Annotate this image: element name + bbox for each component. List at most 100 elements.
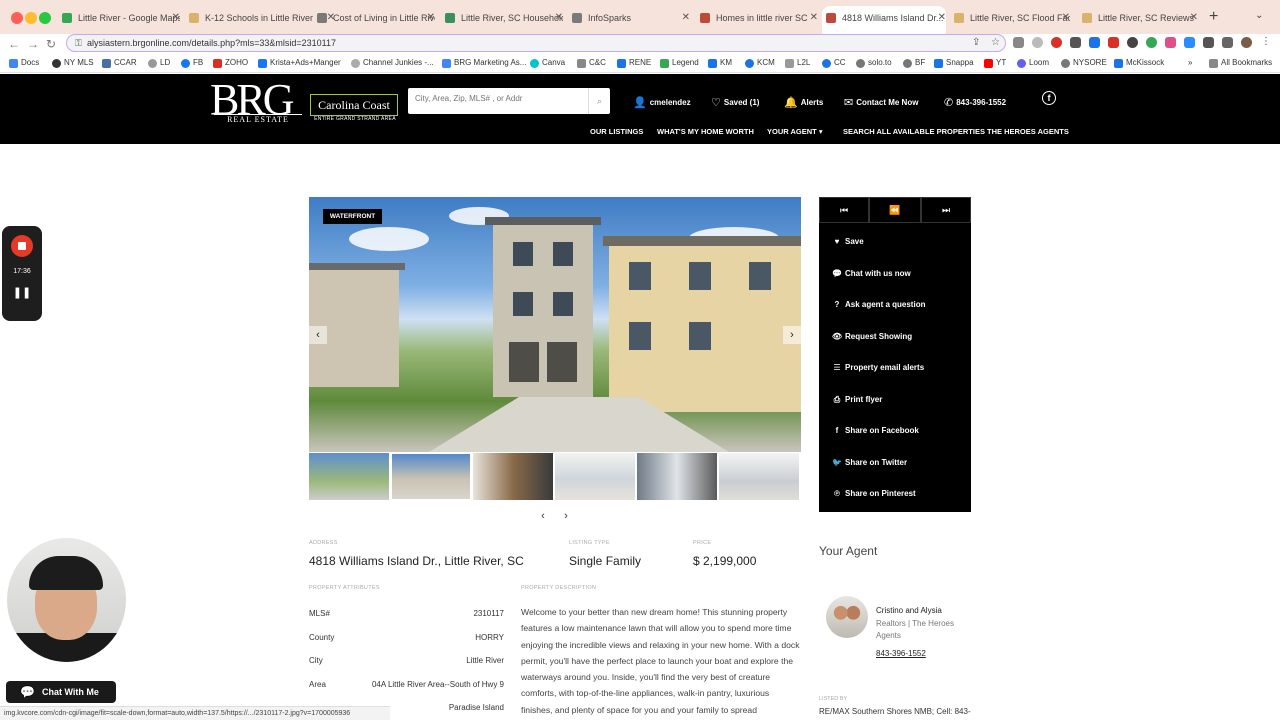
- bookmark-brg-marketing[interactable]: BRG Marketing As...: [442, 58, 526, 68]
- browser-tab[interactable]: Little River, SC Flood Fact ✕: [950, 8, 1070, 28]
- back-arrow-icon[interactable]: ←: [8, 37, 20, 51]
- extension-icon[interactable]: [1051, 37, 1062, 48]
- browser-tab[interactable]: Little River - Google Maps ✕: [58, 8, 180, 28]
- bookmark-cc[interactable]: C&C: [577, 58, 606, 68]
- menu-our-listings[interactable]: OUR LISTINGS: [590, 127, 643, 136]
- forward-arrow-icon[interactable]: →: [27, 37, 39, 51]
- property-search-input[interactable]: [415, 94, 585, 103]
- thumbnail[interactable]: [637, 453, 717, 500]
- bookmark-nysore[interactable]: NYSORE: [1061, 58, 1107, 68]
- menu-your-agent[interactable]: YOUR AGENT ▾: [767, 127, 823, 136]
- ask-agent-action[interactable]: ? Ask agent a question: [831, 300, 926, 309]
- bookmark-channel-junkies[interactable]: Channel Junkies -...: [351, 58, 434, 68]
- share-pinterest-action[interactable]: ℗ Share on Pinterest: [831, 489, 916, 498]
- close-tab-icon[interactable]: ✕: [427, 8, 435, 28]
- thumbs-next-chevron-icon[interactable]: ›: [558, 509, 574, 523]
- property-photo[interactable]: [309, 197, 801, 452]
- thumbnail[interactable]: [473, 453, 553, 500]
- chat-action[interactable]: 💬 Chat with us now: [831, 269, 911, 278]
- close-window-button[interactable]: [11, 12, 23, 24]
- menu-search-properties[interactable]: SEARCH ALL AVAILABLE PROPERTIES: [843, 127, 985, 136]
- gallery-prev-chevron-icon[interactable]: ‹: [309, 326, 327, 344]
- browser-tab[interactable]: Little River, SC Reviews ✕: [1078, 8, 1198, 28]
- gallery-next-chevron-icon[interactable]: ›: [783, 326, 801, 344]
- close-tab-icon[interactable]: ✕: [172, 8, 180, 28]
- all-bookmarks[interactable]: All Bookmarks: [1209, 58, 1272, 68]
- more-bookmarks-chevron-icon[interactable]: »: [1188, 58, 1192, 67]
- agent-name[interactable]: Cristino and Alysia: [876, 606, 942, 615]
- share-twitter-action[interactable]: 🐦 Share on Twitter: [831, 458, 907, 467]
- share-facebook-action[interactable]: f Share on Facebook: [831, 426, 919, 435]
- pause-icon[interactable]: ❚❚: [2, 286, 42, 299]
- print-flyer-action[interactable]: ⎙ Print flyer: [831, 395, 883, 405]
- browser-tab-active[interactable]: 4818 Williams Island Dr... ✕: [822, 6, 946, 34]
- thumbnail[interactable]: [309, 453, 389, 500]
- bookmark-l2l[interactable]: L2L: [785, 58, 810, 68]
- close-tab-icon[interactable]: ✕: [1190, 8, 1198, 28]
- browser-tab[interactable]: Little River, SC Households ✕: [441, 8, 563, 28]
- download-icon[interactable]: [1089, 37, 1100, 48]
- next-listing-icon[interactable]: ⏭: [921, 197, 971, 223]
- bookmark-cc2[interactable]: CC: [822, 58, 846, 68]
- browser-tab[interactable]: Homes in little river SC ✕: [696, 8, 818, 28]
- bookmark-zoho[interactable]: ZOHO: [213, 58, 248, 68]
- request-showing-action[interactable]: 👁 Request Showing: [831, 332, 912, 341]
- close-tab-icon[interactable]: ✕: [810, 8, 818, 28]
- minimize-window-button[interactable]: [25, 12, 37, 24]
- extension-icon[interactable]: [1070, 37, 1081, 48]
- site-info-icon[interactable]: ⚿: [75, 38, 82, 49]
- bookmark-ccar[interactable]: CCAR: [102, 58, 137, 68]
- bookmark-fb[interactable]: FB: [181, 58, 203, 68]
- bookmark-ads-manager[interactable]: Krista+Ads+Manger: [258, 58, 341, 68]
- thumbnail[interactable]: [555, 453, 635, 500]
- url-text[interactable]: alysiastern.brgonline.com/details.php?ml…: [87, 38, 336, 48]
- user-account-link[interactable]: 👤 cmelendez: [633, 96, 691, 109]
- close-tab-icon[interactable]: ✕: [1062, 8, 1070, 28]
- tab-search-chevron-icon[interactable]: ⌄: [1255, 10, 1263, 21]
- facebook-icon[interactable]: f: [1042, 91, 1056, 105]
- alerts-link[interactable]: 🔔 Alerts: [784, 96, 823, 109]
- extension-icon[interactable]: [1013, 37, 1024, 48]
- search-icon[interactable]: ⌕: [588, 88, 610, 114]
- close-tab-icon[interactable]: ✕: [555, 8, 563, 28]
- new-tab-plus-icon[interactable]: +: [1209, 8, 1218, 26]
- close-tab-icon[interactable]: ✕: [938, 6, 946, 30]
- extension-icon[interactable]: [1165, 37, 1176, 48]
- extension-icon[interactable]: [1184, 37, 1195, 48]
- more-menu-icon[interactable]: ⋮: [1261, 37, 1272, 48]
- extension-icon[interactable]: [1108, 37, 1119, 48]
- bookmark-loom[interactable]: Loom: [1017, 58, 1049, 68]
- bookmark-ld[interactable]: LD: [148, 58, 170, 68]
- sidebar-icon[interactable]: [1222, 37, 1233, 48]
- browser-tab[interactable]: InfoSparks ✕: [568, 8, 690, 28]
- reload-icon[interactable]: ↻: [46, 37, 56, 51]
- email-alerts-action[interactable]: ☰ Property email alerts: [831, 363, 924, 372]
- contact-link[interactable]: ✉ Contact Me Now: [844, 96, 918, 109]
- bookmark-kcm[interactable]: KCM: [745, 58, 775, 68]
- bookmark-km[interactable]: KM: [708, 58, 732, 68]
- bookmark-canva[interactable]: Canva: [530, 58, 565, 68]
- profile-avatar[interactable]: [1241, 37, 1252, 48]
- browser-tab[interactable]: Cost of Living in Little River ✕: [313, 8, 435, 28]
- bookmark-legend[interactable]: Legend: [660, 58, 699, 68]
- bookmark-star-icon[interactable]: ☆: [991, 37, 1000, 48]
- bookmark-soloto[interactable]: solo.to: [856, 58, 892, 68]
- extension-icon[interactable]: [1127, 37, 1138, 48]
- puzzle-icon[interactable]: [1203, 37, 1214, 48]
- chat-with-me-button[interactable]: 💬 Chat With Me: [6, 681, 116, 703]
- close-tab-icon[interactable]: ✕: [682, 8, 690, 28]
- extension-icon[interactable]: [1146, 37, 1157, 48]
- first-listing-icon[interactable]: ⏮: [819, 197, 869, 223]
- saved-link[interactable]: ♡ Saved (1): [711, 96, 759, 109]
- bookmark-bf[interactable]: BF: [903, 58, 925, 68]
- bookmark-docs[interactable]: Docs: [9, 58, 39, 68]
- extension-icon[interactable]: [1032, 37, 1043, 48]
- share-icon[interactable]: ⇪: [972, 37, 980, 48]
- bookmark-nymls[interactable]: NY MLS: [52, 58, 94, 68]
- bookmark-snappa[interactable]: Snappa: [934, 58, 974, 68]
- thumbnail-selected[interactable]: [391, 453, 471, 500]
- previous-listing-icon[interactable]: ⏪: [869, 197, 921, 223]
- carolina-coast-logo[interactable]: Carolina Coast: [310, 94, 398, 116]
- stop-recording-button[interactable]: [11, 235, 33, 257]
- maximize-window-button[interactable]: [39, 12, 51, 24]
